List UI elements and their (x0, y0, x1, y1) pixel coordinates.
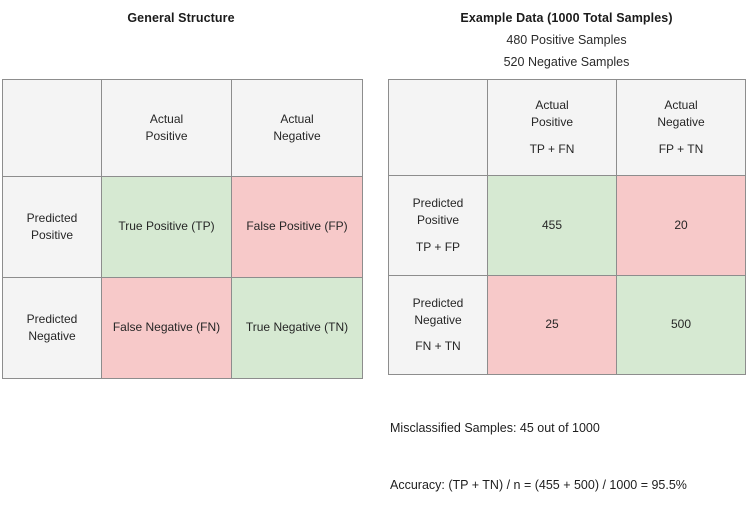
table-row: Predicted Positive True Positive (TP) Fa… (3, 177, 363, 278)
row-header-line1: Predicted (395, 195, 481, 212)
table-row: Predicted Negative FN + TN 25 500 (389, 276, 746, 375)
col-header-line1: Actual (623, 97, 739, 114)
col-header-line2: Positive (494, 114, 610, 131)
negative-samples-subtitle: 520 Negative Samples (388, 55, 745, 69)
spacer (623, 132, 739, 141)
cell-true-negative-value: 500 (617, 276, 746, 375)
matrix-corner-cell (389, 80, 488, 176)
example-data-table: Actual Positive TP + FN Actual Negative … (388, 79, 746, 375)
table-row: Predicted Positive TP + FP 455 20 (389, 176, 746, 276)
row-header-formula: FN + TN (395, 338, 481, 355)
row-header-line1: Predicted (9, 311, 95, 328)
col-header-line2: Negative (623, 114, 739, 131)
row-header-line2: Positive (395, 212, 481, 229)
col-header-formula: TP + FN (494, 141, 610, 158)
positive-samples-subtitle: 480 Positive Samples (388, 33, 745, 47)
col-header-actual-positive: Actual Positive (102, 80, 232, 177)
row-header-line2: Negative (395, 312, 481, 329)
cell-false-negative-value: 25 (488, 276, 617, 375)
cell-true-positive-value: 455 (488, 176, 617, 276)
col-header-line2: Negative (238, 128, 356, 145)
spacer (494, 132, 610, 141)
cell-true-negative: True Negative (TN) (232, 278, 363, 379)
col-header-line1: Actual (494, 97, 610, 114)
row-header-predicted-negative: Predicted Negative (3, 278, 102, 379)
table-header-row: Actual Positive Actual Negative (3, 80, 363, 177)
row-header-line1: Predicted (9, 210, 95, 227)
matrix-corner-cell (3, 80, 102, 177)
col-header-line1: Actual (108, 111, 225, 128)
cell-false-negative: False Negative (FN) (102, 278, 232, 379)
general-structure-table: Actual Positive Actual Negative Predicte… (2, 79, 363, 379)
row-header-line2: Negative (9, 328, 95, 345)
metric-accuracy: Accuracy: (TP + TN) / n = (455 + 500) / … (390, 477, 748, 494)
metric-misclassified: Misclassified Samples: 45 out of 1000 (390, 420, 748, 437)
row-header-predicted-negative: Predicted Negative FN + TN (389, 276, 488, 375)
row-header-line1: Predicted (395, 295, 481, 312)
metrics-summary: Misclassified Samples: 45 out of 1000 Ac… (390, 387, 748, 518)
table-header-row: Actual Positive TP + FN Actual Negative … (389, 80, 746, 176)
confusion-matrix-figure: General Structure Actual Positive Actual… (0, 0, 750, 518)
spacer (395, 230, 481, 239)
col-header-line1: Actual (238, 111, 356, 128)
left-panel-title: General Structure (0, 11, 362, 25)
row-header-predicted-positive: Predicted Positive TP + FP (389, 176, 488, 276)
col-header-line2: Positive (108, 128, 225, 145)
cell-true-positive: True Positive (TP) (102, 177, 232, 278)
table-row: Predicted Negative False Negative (FN) T… (3, 278, 363, 379)
spacer (395, 329, 481, 338)
col-header-actual-negative: Actual Negative FP + TN (617, 80, 746, 176)
row-header-predicted-positive: Predicted Positive (3, 177, 102, 278)
right-panel-title: Example Data (1000 Total Samples) (388, 11, 745, 25)
row-header-line2: Positive (9, 227, 95, 244)
col-header-formula: FP + TN (623, 141, 739, 158)
row-header-formula: TP + FP (395, 239, 481, 256)
col-header-actual-positive: Actual Positive TP + FN (488, 80, 617, 176)
col-header-actual-negative: Actual Negative (232, 80, 363, 177)
cell-false-positive: False Positive (FP) (232, 177, 363, 278)
cell-false-positive-value: 20 (617, 176, 746, 276)
